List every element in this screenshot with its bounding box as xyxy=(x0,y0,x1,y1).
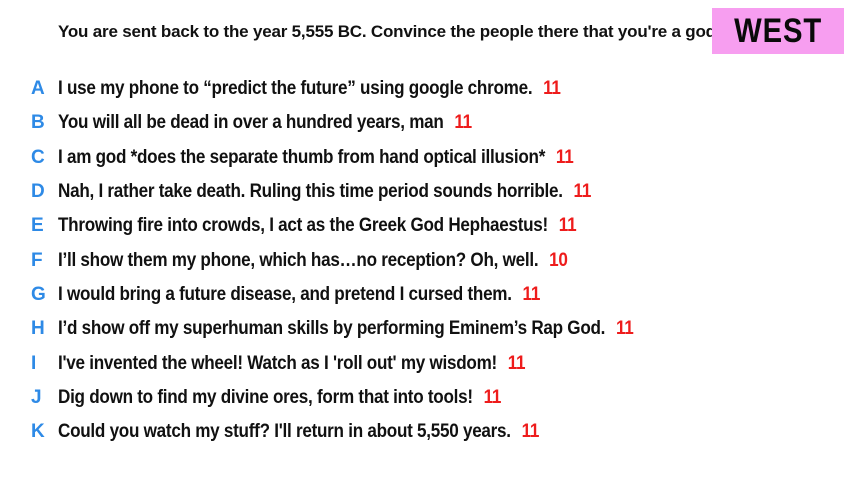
answer-row: A I use my phone to “predict the future”… xyxy=(0,72,853,106)
answer-letter: G xyxy=(31,283,46,305)
answer-text: Dig down to find my divine ores, form th… xyxy=(58,386,473,408)
answer-row: I I've invented the wheel! Watch as I 'r… xyxy=(0,346,853,380)
answer-row: B You will all be dead in over a hundred… xyxy=(0,106,853,140)
answer-text: I've invented the wheel! Watch as I 'rol… xyxy=(58,352,497,374)
prompt-text: You are sent back to the year 5,555 BC. … xyxy=(58,22,721,41)
team-badge: WEST xyxy=(712,8,844,54)
answer-row: K Could you watch my stuff? I'll return … xyxy=(0,415,853,449)
answer-text: I am god *does the separate thumb from h… xyxy=(58,146,546,168)
answer-letter: C xyxy=(31,146,45,168)
answer-row: D Nah, I rather take death. Ruling this … xyxy=(0,175,853,209)
answer-score: 10 xyxy=(549,249,568,271)
answer-row: G I would bring a future disease, and pr… xyxy=(0,278,853,312)
answer-score: 11 xyxy=(558,215,577,237)
answer-letter: H xyxy=(31,318,45,340)
answer-letter: J xyxy=(31,386,42,408)
answer-letter: I xyxy=(31,352,37,374)
answer-row: C I am god *does the separate thumb from… xyxy=(0,141,853,175)
team-label: WEST xyxy=(734,11,822,50)
answer-score: 11 xyxy=(543,78,561,100)
answer-text: I would bring a future disease, and pret… xyxy=(58,283,512,305)
answer-letter: A xyxy=(31,78,45,100)
answer-text: I use my phone to “predict the future” u… xyxy=(58,78,533,100)
answer-letter: E xyxy=(31,215,44,237)
answer-score: 11 xyxy=(615,318,634,340)
answer-text: I’d show off my superhuman skills by per… xyxy=(58,318,606,340)
answer-score: 11 xyxy=(573,181,592,203)
answer-score: 11 xyxy=(483,386,502,408)
answer-score: 11 xyxy=(507,352,526,374)
answer-score: 11 xyxy=(555,146,574,168)
answer-score: 11 xyxy=(521,421,540,443)
answer-score: 11 xyxy=(454,112,472,134)
answer-score: 11 xyxy=(522,283,541,305)
answer-letter: B xyxy=(31,112,45,134)
answer-text: Nah, I rather take death. Ruling this ti… xyxy=(58,181,563,203)
answer-letter: F xyxy=(31,249,43,271)
answer-row: E Throwing fire into crowds, I act as th… xyxy=(0,209,853,243)
answer-text: Throwing fire into crowds, I act as the … xyxy=(58,215,548,237)
answer-row: H I’d show off my superhuman skills by p… xyxy=(0,312,853,346)
answer-row: F I’ll show them my phone, which has…no … xyxy=(0,243,853,277)
answer-letter: K xyxy=(31,421,45,443)
answer-letter: D xyxy=(31,181,45,203)
answer-list: A I use my phone to “predict the future”… xyxy=(0,72,853,449)
answer-row: J Dig down to find my divine ores, form … xyxy=(0,381,853,415)
answer-text: Could you watch my stuff? I'll return in… xyxy=(58,421,511,443)
answer-text: I’ll show them my phone, which has…no re… xyxy=(58,249,539,271)
answer-text: You will all be dead in over a hundred y… xyxy=(58,112,444,134)
